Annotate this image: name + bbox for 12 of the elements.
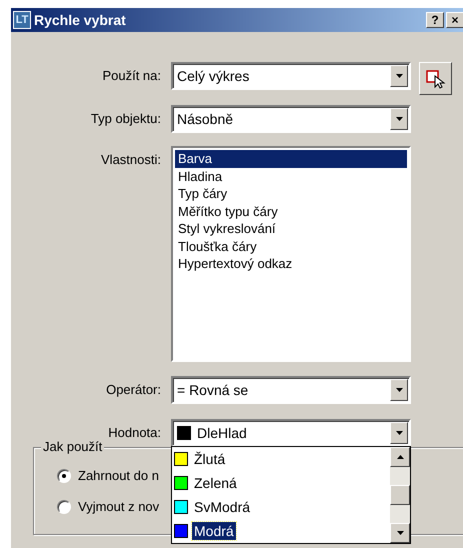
field-label: Vlastnosti: bbox=[100, 151, 161, 167]
field-label: Operátor: bbox=[105, 381, 161, 397]
field-label: Hodnota: bbox=[107, 424, 161, 440]
dropdown-value: Celý výkres bbox=[177, 68, 250, 84]
dropdown-value: DleHlad bbox=[197, 425, 247, 441]
dropdown-value: Násobně bbox=[177, 111, 234, 127]
window-title: Rychle vybrat bbox=[34, 12, 127, 28]
dropdown-value: = Rovná se bbox=[177, 382, 248, 398]
group-title: Jak použít bbox=[41, 439, 104, 454]
field-label: Použít na: bbox=[101, 67, 161, 83]
field-label: Typ objektu: bbox=[90, 110, 161, 126]
app-icon: LT bbox=[13, 11, 31, 29]
